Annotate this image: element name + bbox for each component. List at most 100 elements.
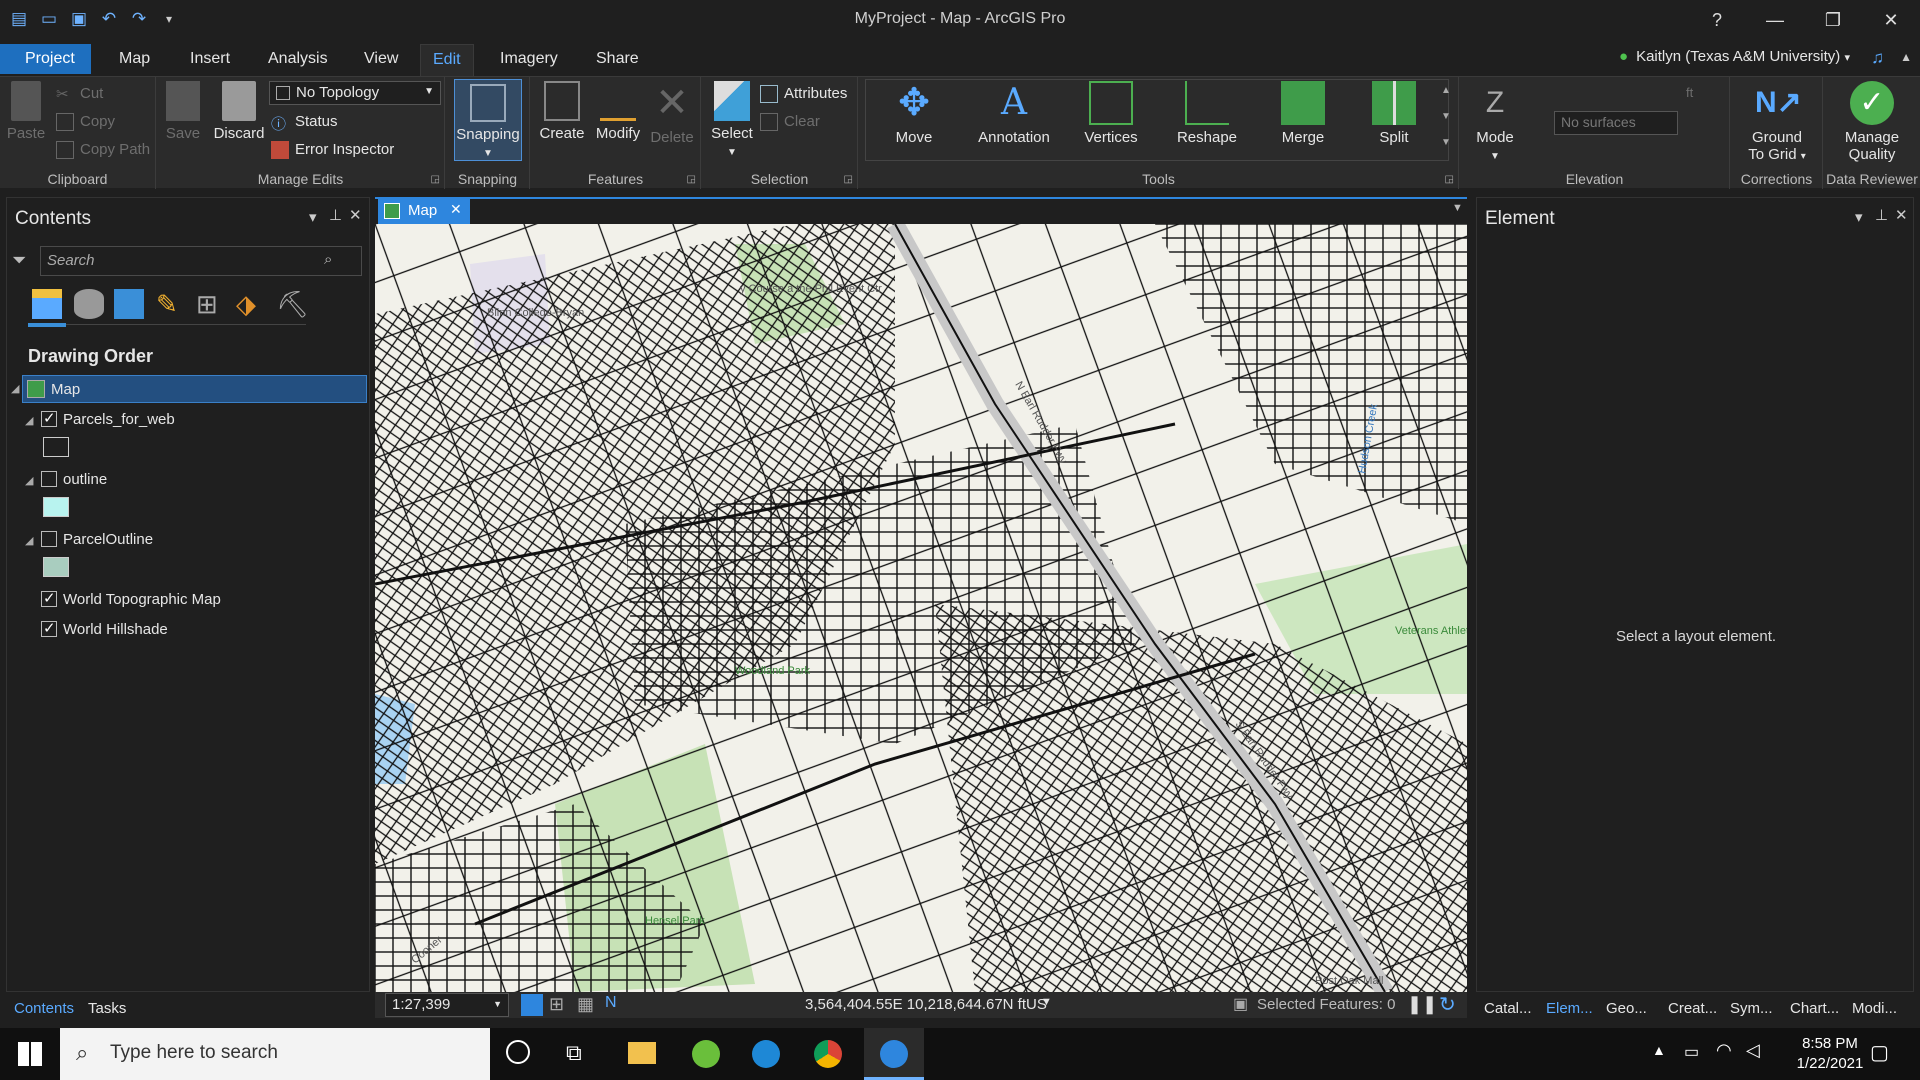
battery-icon[interactable]: ▭ xyxy=(1684,1042,1699,1062)
clear-selection-button[interactable]: Clear xyxy=(760,113,820,132)
ground-to-grid-button[interactable]: N↗ Ground To Grid ▾ xyxy=(1735,81,1819,165)
search-icon[interactable]: ⌕ xyxy=(324,251,332,268)
annotation-tool[interactable]: A Annotation xyxy=(969,81,1059,146)
tab-element[interactable]: Elem... xyxy=(1546,1000,1593,1017)
expand-arrow-icon[interactable]: ◢ xyxy=(11,382,19,395)
wifi-icon[interactable]: ◠ xyxy=(1716,1040,1732,1061)
vertices-tool[interactable]: Vertices xyxy=(1073,81,1149,146)
collapse-ribbon-icon[interactable]: ▲ xyxy=(1900,50,1912,64)
coordinate-format-dropdown[interactable]: ▼ xyxy=(1041,996,1052,1008)
tab-tasks[interactable]: Tasks xyxy=(88,1000,126,1017)
merge-tool[interactable]: Merge xyxy=(1265,81,1341,146)
symbol-swatch[interactable] xyxy=(43,557,69,577)
delete-button[interactable]: ✕ Delete xyxy=(647,81,697,146)
layer-visibility-checkbox[interactable] xyxy=(41,589,57,607)
attributes-button[interactable]: Attributes xyxy=(760,85,847,104)
gallery-scroll-up[interactable]: ▲ xyxy=(1441,85,1451,96)
app-icon[interactable] xyxy=(692,1040,720,1068)
launcher-icon[interactable]: ◲ xyxy=(1445,174,1454,185)
save-edits-button[interactable]: Save xyxy=(163,81,203,142)
symbol-swatch[interactable] xyxy=(43,497,69,517)
expand-arrow-icon[interactable]: ◢ xyxy=(25,414,33,427)
snapping-button[interactable]: Snapping ▼ xyxy=(454,79,522,161)
user-account[interactable]: ● Kaitlyn (Texas A&M University) ▾ xyxy=(1619,48,1850,65)
refresh-icon[interactable]: ↻ xyxy=(1439,992,1456,1017)
minimize-button[interactable]: — xyxy=(1746,0,1804,40)
modify-button[interactable]: Modify xyxy=(591,81,645,142)
system-clock[interactable]: 8:58 PM 1/22/2021 xyxy=(1780,1034,1880,1074)
elevation-unit[interactable]: ft xyxy=(1686,85,1693,100)
launcher-icon[interactable]: ◲ xyxy=(844,174,853,185)
tab-geoprocessing[interactable]: Geo... xyxy=(1606,1000,1647,1017)
move-tool[interactable]: ✥ Move xyxy=(879,81,949,146)
labeling-icon[interactable]: ⬗ xyxy=(236,289,266,319)
grid-toggle-icon[interactable]: ▦ xyxy=(577,994,594,1015)
tab-imagery[interactable]: Imagery xyxy=(488,44,570,74)
contents-search-input[interactable]: Search xyxy=(40,246,362,276)
taskbar-arcgis-active[interactable] xyxy=(864,1028,924,1080)
paste-button[interactable]: Paste xyxy=(6,81,46,142)
tab-project[interactable]: Project xyxy=(0,44,91,74)
taskbar-search-input[interactable]: ⌕ Type here to search xyxy=(60,1028,490,1080)
status-button[interactable]: ⓘ Status xyxy=(271,113,338,133)
gallery-scroll-down[interactable]: ▼ xyxy=(1441,111,1451,122)
tab-list-icon[interactable]: ▼ xyxy=(1452,202,1463,214)
expand-arrow-icon[interactable]: ◢ xyxy=(25,534,33,547)
cut-button[interactable]: ✂ Cut xyxy=(56,85,103,103)
launcher-icon[interactable]: ◲ xyxy=(687,174,696,185)
tab-edit[interactable]: Edit xyxy=(420,44,474,76)
reshape-tool[interactable]: Reshape xyxy=(1169,81,1245,146)
pane-options-icon[interactable]: ▾ xyxy=(309,208,317,226)
layer-visibility-checkbox[interactable] xyxy=(41,409,57,427)
close-pane-icon[interactable]: ✕ xyxy=(349,206,362,224)
tab-map[interactable]: Map xyxy=(107,44,162,74)
gallery-expand[interactable]: ▼ xyxy=(1441,137,1451,148)
close-pane-icon[interactable]: ✕ xyxy=(1895,206,1908,224)
perspective-icon[interactable]: ⛏ xyxy=(276,289,309,319)
map-canvas[interactable]: Blinn College-Bryan y Course a the Phil … xyxy=(375,224,1467,992)
split-tool[interactable]: Split xyxy=(1359,81,1429,146)
topology-dropdown[interactable]: No Topology ▼ xyxy=(269,81,441,105)
selection-list-icon[interactable] xyxy=(114,289,144,319)
tab-symbology[interactable]: Sym... xyxy=(1730,1000,1773,1017)
notifications-icon[interactable]: ▢ xyxy=(1870,1040,1889,1065)
pin-icon[interactable]: ⊥ xyxy=(1875,206,1888,224)
show-hidden-icons[interactable]: ▲ xyxy=(1652,1042,1666,1058)
pin-icon[interactable]: ⊥ xyxy=(329,206,342,224)
tab-view[interactable]: View xyxy=(352,44,410,74)
layer-visibility-checkbox[interactable] xyxy=(41,531,57,547)
expand-arrow-icon[interactable]: ◢ xyxy=(25,474,33,487)
copy-button[interactable]: Copy xyxy=(56,113,115,132)
tab-contents[interactable]: Contents xyxy=(14,1000,74,1017)
restore-button[interactable]: ❐ xyxy=(1804,0,1862,40)
pane-options-icon[interactable]: ▾ xyxy=(1855,208,1863,226)
chrome-icon[interactable] xyxy=(814,1040,842,1068)
correction-toggle-icon[interactable]: N xyxy=(605,994,617,1012)
tab-chart[interactable]: Chart... xyxy=(1790,1000,1839,1017)
tab-insert[interactable]: Insert xyxy=(178,44,242,74)
filter-icon[interactable]: ⏷ xyxy=(12,250,26,271)
scale-dropdown[interactable]: 1:27,399 ▼ xyxy=(385,993,509,1017)
tab-create-features[interactable]: Creat... xyxy=(1668,1000,1717,1017)
file-explorer-icon[interactable] xyxy=(628,1042,656,1064)
discard-button[interactable]: Discard xyxy=(211,81,267,142)
symbol-swatch[interactable] xyxy=(43,437,69,457)
map-view-tab[interactable]: Map ✕ xyxy=(378,198,470,224)
launcher-icon[interactable]: ◲ xyxy=(431,174,440,185)
tab-modify[interactable]: Modi... xyxy=(1852,1000,1897,1017)
drawing-order-icon[interactable] xyxy=(32,289,62,319)
copy-path-button[interactable]: Copy Path xyxy=(56,141,150,160)
create-button[interactable]: Create xyxy=(537,81,587,142)
snap-toggle-icon[interactable]: ⊞ xyxy=(549,994,564,1015)
elevation-mode-button[interactable]: Z Mode ▼ xyxy=(1468,81,1522,163)
layer-visibility-checkbox[interactable] xyxy=(41,619,57,637)
notification-icon[interactable]: ♫ xyxy=(1871,48,1884,68)
volume-icon[interactable]: ◁ xyxy=(1746,1040,1760,1061)
task-view-icon[interactable]: ⧉ xyxy=(566,1040,582,1066)
selected-features-count[interactable]: Selected Features: 0 xyxy=(1257,996,1395,1013)
elevation-surface-input[interactable]: No surfaces xyxy=(1554,111,1678,135)
tab-share[interactable]: Share xyxy=(584,44,651,74)
help-button[interactable]: ? xyxy=(1688,0,1746,40)
cortana-icon[interactable] xyxy=(506,1040,530,1064)
pause-drawing-icon[interactable]: ❚❚ xyxy=(1407,994,1437,1015)
